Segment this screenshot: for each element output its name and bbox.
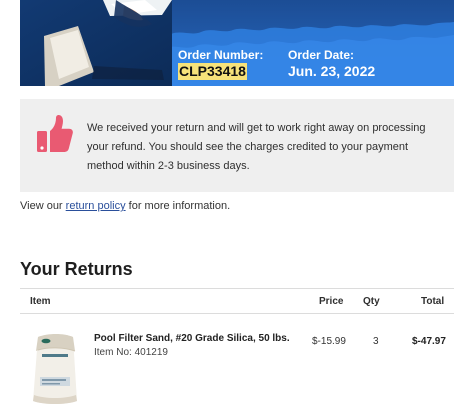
price-column-header: Price [319, 296, 344, 307]
returned-item-quantity: 3 [373, 336, 379, 347]
order-number-label: Order Number: [178, 48, 264, 62]
order-header-banner: Order Number: CLP33418 Order Date: Jun. … [20, 0, 454, 86]
return-confirmation-page: Order Number: CLP33418 Order Date: Jun. … [0, 0, 473, 418]
total-column-header: Total [421, 296, 445, 307]
returned-item-price: $-15.99 [312, 336, 346, 347]
return-notice-message: We received your return and will get to … [87, 122, 426, 172]
policy-prefix: View our [20, 200, 63, 212]
return-received-notice: We received your return and will get to … [20, 99, 454, 192]
your-returns-heading: Your Returns [20, 259, 133, 279]
item-column-header: Item [30, 296, 51, 307]
thumbs-up-icon [37, 115, 73, 152]
return-policy-line: View our return policy for more informat… [20, 200, 230, 213]
returns-table-top-divider [20, 288, 454, 289]
returns-table-header-divider [20, 313, 454, 314]
order-date-block: Order Date: Jun. 23, 2022 [288, 48, 375, 80]
order-date-label: Order Date: [288, 48, 355, 62]
qty-column-header: Qty [363, 296, 380, 307]
sand-bag-icon [33, 334, 77, 404]
return-policy-link[interactable]: return policy [66, 200, 126, 212]
order-number-value: CLP33418 [178, 63, 247, 80]
returned-item-name: Pool Filter Sand, #20 Grade Silica, 50 l… [94, 333, 290, 344]
policy-suffix: for more information. [128, 200, 231, 212]
returned-item-number: Item No: 401219 [94, 347, 168, 358]
order-date-value: Jun. 23, 2022 [288, 63, 376, 79]
order-number-block: Order Number: CLP33418 [178, 48, 263, 81]
returned-item-total: $-47.97 [412, 336, 446, 347]
